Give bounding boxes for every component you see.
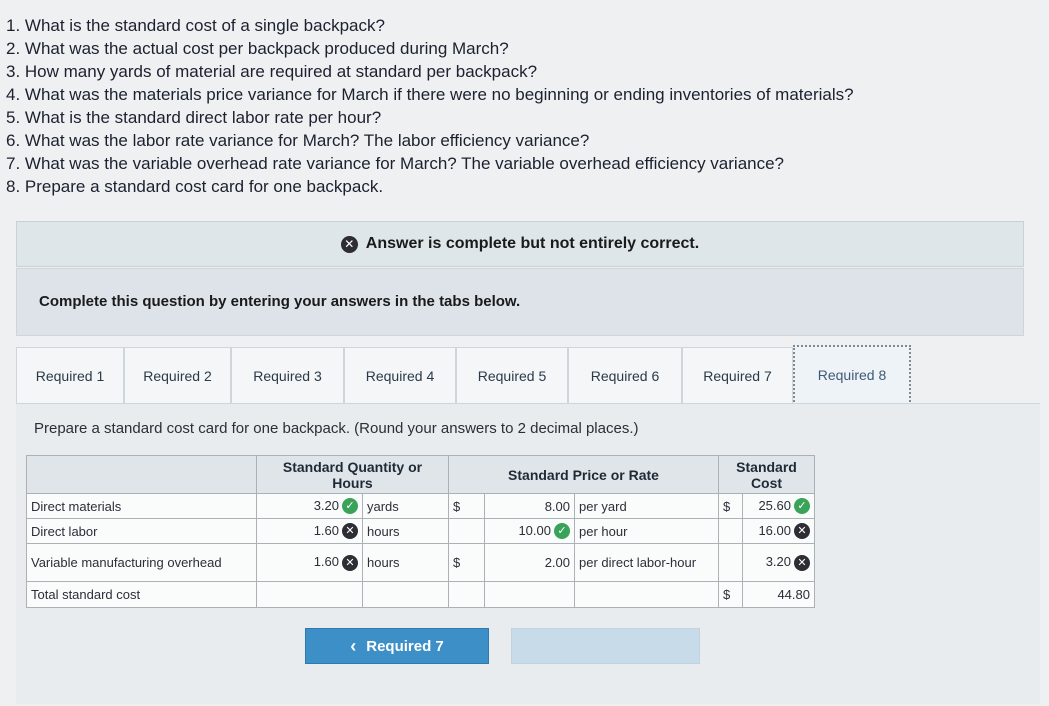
tab-required-8[interactable]: Required 8 xyxy=(793,345,911,405)
question-4: 4. What was the materials price variance… xyxy=(6,85,854,104)
question-7: 7. What was the variable overhead rate v… xyxy=(6,154,785,173)
next-tab-button[interactable] xyxy=(511,628,700,664)
rate-unit: per hour xyxy=(574,518,719,544)
rate-unit: per yard xyxy=(574,493,719,519)
quantity-input[interactable]: 1.60 ✕ xyxy=(256,518,363,544)
tab-required-2[interactable]: Required 2 xyxy=(124,347,231,405)
tab-required-1[interactable]: Required 1 xyxy=(16,347,124,405)
check-icon: ✓ xyxy=(554,523,570,540)
tab-required-7[interactable]: Required 7 xyxy=(682,347,793,405)
total-cost-value: 44.80 xyxy=(742,581,815,608)
dollar-sign xyxy=(718,518,743,544)
quantity-unit: hours xyxy=(362,543,449,582)
cost-input[interactable]: 16.00 ✕ xyxy=(742,518,815,544)
question-5: 5. What is the standard direct labor rat… xyxy=(6,108,382,127)
table-row: Direct labor 1.60 ✕ hours 10.00 ✓ per hour… xyxy=(26,518,815,544)
answer-status-banner: ✕ Answer is complete but not entirely co… xyxy=(16,221,1024,267)
instruction-text: Complete this question by entering your … xyxy=(39,293,521,310)
prev-tab-label: Required 7 xyxy=(366,637,444,655)
total-row: Total standard cost $ 44.80 xyxy=(26,581,815,608)
price-input[interactable]: 8.00 xyxy=(484,493,575,519)
quantity-input[interactable]: 1.60 ✕ xyxy=(256,543,363,582)
chevron-left-icon: ‹ xyxy=(350,635,357,656)
total-label: Total standard cost xyxy=(26,581,257,608)
quantity-input[interactable]: 3.20 ✓ xyxy=(256,493,363,519)
rate-unit: per direct labor-hour xyxy=(574,543,719,582)
x-icon: ✕ xyxy=(342,523,358,540)
cost-input[interactable]: 25.60 ✓ xyxy=(742,493,815,519)
tab-required-6[interactable]: Required 6 xyxy=(568,347,682,405)
tab-required-3[interactable]: Required 3 xyxy=(231,347,344,405)
price-input[interactable]: 10.00 ✓ xyxy=(484,518,575,544)
tab-required-5[interactable]: Required 5 xyxy=(456,347,568,405)
question-3: 3. How many yards of material are requir… xyxy=(6,62,538,81)
dollar-sign: $ xyxy=(448,493,485,519)
x-icon: ✕ xyxy=(794,523,810,540)
row-label: Variable manufacturing overhead xyxy=(26,543,257,582)
standard-cost-card-table: Standard Quantity or Hours Standard Pric… xyxy=(26,455,815,608)
tab-required-4[interactable]: Required 4 xyxy=(344,347,456,405)
question-8: 8. Prepare a standard cost card for one … xyxy=(6,177,384,196)
row-label: Direct labor xyxy=(26,518,257,544)
x-icon: ✕ xyxy=(794,554,810,571)
dollar-sign: $ xyxy=(448,543,485,582)
panel-prompt: Prepare a standard cost card for one bac… xyxy=(34,420,639,437)
check-icon: ✓ xyxy=(794,498,810,515)
dollar-sign xyxy=(448,518,485,544)
dollar-sign: $ xyxy=(718,493,743,519)
header-standard-price: Standard Price or Rate xyxy=(448,455,719,494)
header-standard-quantity: Standard Quantity or Hours xyxy=(256,455,449,494)
dollar-sign: $ xyxy=(718,581,743,608)
x-icon: ✕ xyxy=(342,554,358,571)
question-1: 1. What is the standard cost of a single… xyxy=(6,16,385,35)
check-icon: ✓ xyxy=(342,498,358,515)
prev-tab-button[interactable]: ‹ Required 7 xyxy=(305,628,489,664)
question-6: 6. What was the labor rate variance for … xyxy=(6,131,590,150)
table-row: Direct materials 3.20 ✓ yards $ 8.00 per … xyxy=(26,493,815,519)
answer-status-text: Answer is complete but not entirely corr… xyxy=(365,235,700,252)
header-standard-cost: Standard Cost xyxy=(718,455,815,494)
dollar-sign xyxy=(718,543,743,582)
table-row: Variable manufacturing overhead 1.60 ✕ ho… xyxy=(26,543,815,582)
quantity-unit: hours xyxy=(362,518,449,544)
price-input[interactable]: 2.00 xyxy=(484,543,575,582)
question-list: 1. What is the standard cost of a single… xyxy=(6,14,854,198)
question-2: 2. What was the actual cost per backpack… xyxy=(6,39,509,58)
cost-input[interactable]: 3.20 ✕ xyxy=(742,543,815,582)
instruction-box: Complete this question by entering your … xyxy=(16,268,1024,336)
x-circle-icon: ✕ xyxy=(340,235,358,253)
row-label: Direct materials xyxy=(26,493,257,519)
quantity-unit: yards xyxy=(362,493,449,519)
